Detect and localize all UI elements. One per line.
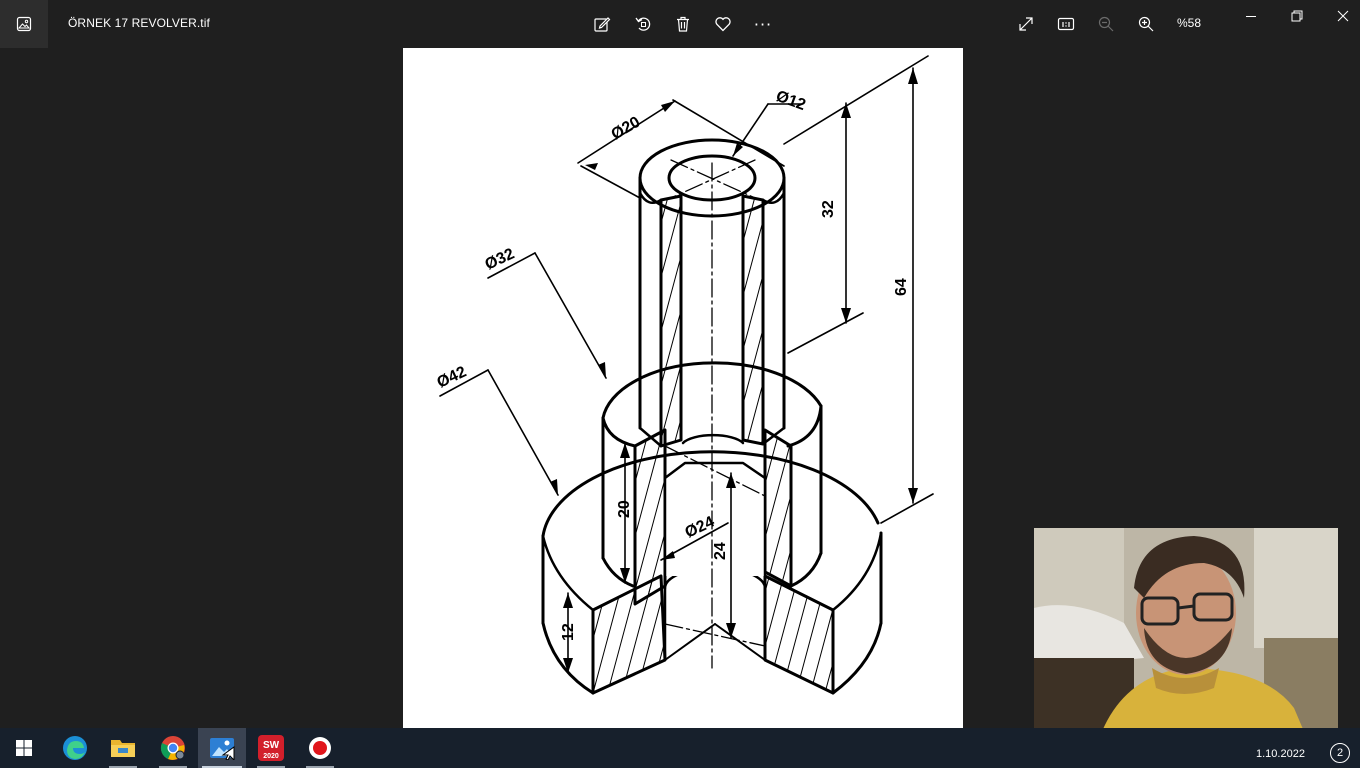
title-bar: ÖRNEK 17 REVOLVER.tif ··· %58 — [0, 0, 1360, 48]
delete-icon[interactable] — [671, 12, 695, 36]
dim-h12: 12 — [560, 623, 577, 641]
photos-icon — [210, 738, 235, 760]
favorite-icon[interactable] — [711, 12, 735, 36]
taskbar: SW 2020 — [0, 728, 1360, 768]
photos-app-glyph — [16, 16, 32, 32]
fullscreen-icon[interactable] — [1014, 12, 1038, 36]
dim-d20: Ø20 — [609, 114, 644, 144]
dim-h20: 20 — [616, 500, 633, 518]
dim-h64: 64 — [893, 278, 910, 296]
webcam-overlay — [1034, 528, 1338, 755]
restore-icon — [1291, 10, 1303, 22]
dim-h24: 24 — [712, 542, 729, 560]
taskbar-edge[interactable] — [51, 728, 99, 768]
image-canvas[interactable]: Ø20 Ø12 Ø32 Ø42 Ø24 32 64 20 24 12 — [403, 48, 963, 728]
edge-icon — [63, 736, 87, 760]
recorder-icon — [309, 737, 331, 759]
chrome-icon — [160, 736, 185, 760]
dim-d12: Ø12 — [774, 88, 808, 114]
middle-section-left — [633, 428, 667, 606]
taskbar-recorder[interactable] — [296, 728, 344, 768]
start-button[interactable] — [0, 728, 48, 768]
taskbar-chrome[interactable] — [149, 728, 197, 768]
zoom-out-icon[interactable] — [1094, 12, 1118, 36]
start-icon — [16, 740, 32, 756]
zoom-level[interactable]: %58 — [1177, 16, 1201, 30]
tube-section-left — [659, 194, 683, 448]
webcam-person-image — [1034, 528, 1338, 755]
close-button[interactable] — [1320, 0, 1360, 32]
dim-h32: 32 — [820, 200, 837, 218]
middle-section-right — [763, 428, 793, 588]
technical-drawing: Ø20 Ø12 Ø32 Ø42 Ø24 32 64 20 24 12 — [435, 55, 934, 695]
minimize-icon — [1246, 16, 1256, 17]
file-explorer-icon — [111, 740, 135, 757]
edit-image-icon[interactable] — [590, 12, 614, 36]
solidworks-icon: SW 2020 — [258, 735, 284, 761]
file-title: ÖRNEK 17 REVOLVER.tif — [68, 16, 210, 30]
notification-badge[interactable]: 2 — [1330, 743, 1350, 763]
photos-app-icon[interactable] — [0, 0, 48, 48]
system-clock[interactable]: 1.10.2022 — [1256, 748, 1305, 760]
zoom-in-icon[interactable] — [1134, 12, 1158, 36]
solidworks-label: SW — [263, 740, 280, 751]
tube-section-right — [741, 194, 765, 446]
dim-d42: Ø42 — [435, 363, 470, 391]
close-icon — [1337, 10, 1349, 22]
restore-button[interactable] — [1274, 0, 1320, 32]
more-icon[interactable]: ··· — [751, 12, 775, 36]
base-section-right — [763, 574, 835, 695]
taskbar-photos[interactable] — [198, 728, 246, 768]
taskbar-solidworks[interactable]: SW 2020 — [247, 728, 295, 768]
dim-d32: Ø32 — [483, 245, 518, 273]
minimize-button[interactable] — [1228, 0, 1274, 32]
rotate-icon[interactable] — [631, 12, 655, 36]
taskbar-file-explorer[interactable] — [99, 728, 147, 768]
actual-size-icon[interactable] — [1054, 12, 1078, 36]
solidworks-year: 2020 — [263, 753, 279, 760]
